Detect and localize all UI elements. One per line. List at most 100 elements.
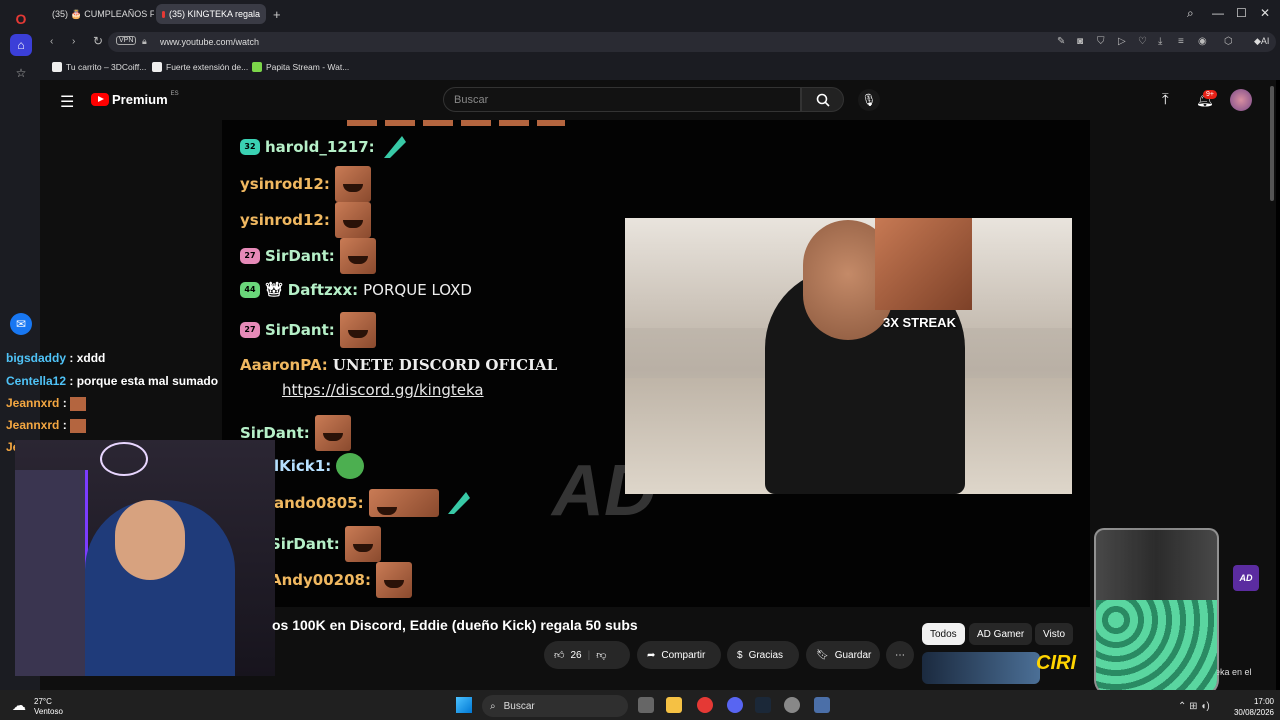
reload-icon[interactable]: ↻ <box>93 34 103 48</box>
chat-message: Andy00208: <box>270 562 412 598</box>
chat-text: PORQUE LOXD <box>363 281 472 299</box>
crown-icon: 👑︎ <box>265 282 283 298</box>
overlay-text: : xddd <box>69 351 106 365</box>
forward-icon[interactable]: › <box>72 36 75 47</box>
system-tray-icons[interactable]: ⌃ ⊞ ◖) <box>1178 701 1210 712</box>
play-icon[interactable]: ▷ <box>1118 36 1126 47</box>
chip-ad-gamer[interactable]: AD Gamer <box>969 623 1033 645</box>
streamer-camera <box>15 440 275 676</box>
overlay-text: : <box>62 396 67 410</box>
chat-username: Andy00208: <box>270 571 371 589</box>
heart-icon[interactable]: ♡ <box>1138 36 1147 47</box>
messenger-icon[interactable]: ✉ <box>10 313 32 335</box>
url-text[interactable]: www.youtube.com/watch <box>160 37 259 47</box>
bookmark-item[interactable]: Papita Stream - Wat... <box>252 62 349 72</box>
opera-gx-icon[interactable] <box>697 697 713 713</box>
microphone-icon[interactable]: 🎙︎ <box>858 89 880 111</box>
ai-button[interactable]: ◆AI <box>1254 36 1269 47</box>
maximize-icon[interactable]: ☐ <box>1236 6 1247 20</box>
vpn-badge[interactable]: VPN <box>116 36 137 45</box>
discord-link[interactable]: https://discord.gg/kingteka <box>282 381 484 399</box>
jar-contents <box>1096 600 1217 694</box>
webcam-feed: 3X STREAK <box>625 218 1072 494</box>
tab-kingteka[interactable]: (35) KINGTEKA regala <box>156 4 266 24</box>
pepe-emote-icon <box>336 453 365 479</box>
weather-widget[interactable]: 27°C Ventoso <box>34 697 63 717</box>
laughing-emote-icon <box>368 489 439 517</box>
thanks-icon: $ <box>737 649 743 661</box>
bookmark-icon <box>252 62 262 72</box>
overlay-text: : <box>62 418 67 432</box>
weather-icon[interactable]: ☁︎ <box>12 697 26 714</box>
save-button[interactable]: 🔖︎ Guardar <box>806 641 880 669</box>
minimize-icon[interactable]: — <box>1212 6 1224 20</box>
chat-message: https://discord.gg/kingteka <box>282 381 484 399</box>
back-icon[interactable]: ‹ <box>50 36 53 47</box>
taskbar-search-label: Buscar <box>503 700 535 712</box>
bookmark-label: Papita Stream - Wat... <box>266 62 350 72</box>
overlay-chat-line: Jeannxrd : <box>6 418 87 433</box>
laughing-emote-icon <box>875 218 972 310</box>
youtube-logo[interactable]: Premium ES <box>91 91 179 107</box>
emote-icon <box>70 396 87 411</box>
laughing-emote-icon <box>339 312 376 348</box>
camera-icon[interactable]: ◙ <box>1077 36 1083 47</box>
task-view-icon[interactable] <box>638 697 654 713</box>
chat-message: ysinrod12: <box>240 202 371 238</box>
menu-list-icon[interactable]: ≡ <box>1178 36 1184 47</box>
share-button[interactable]: ➦ Compartir <box>637 641 721 669</box>
sub-badge: 27 <box>240 322 260 338</box>
emote-strip <box>347 120 565 126</box>
chat-username: ysinrod12: <box>240 211 330 229</box>
search-input[interactable]: Buscar <box>443 87 801 112</box>
windows-start-icon[interactable] <box>456 697 472 713</box>
chat-message: lKick1: <box>274 453 365 479</box>
star-icon[interactable]: ☆ <box>10 62 32 84</box>
chip-todos[interactable]: Todos <box>922 623 965 645</box>
new-tab-button[interactable]: + <box>270 4 288 24</box>
search-button[interactable] <box>801 87 844 112</box>
recommended-title: eka en el <box>1215 667 1252 677</box>
share-icon: ➦ <box>647 649 656 661</box>
hamburger-menu-icon[interactable]: ☰ <box>60 92 74 112</box>
recommended-thumbnail[interactable] <box>922 652 1040 684</box>
scrollbar-thumb[interactable] <box>1270 86 1274 201</box>
overlay-username: Centella12 <box>6 374 67 388</box>
settings-icon[interactable] <box>814 697 830 713</box>
like-button[interactable]: 👍︎ 26 | 👎︎ <box>544 641 630 669</box>
home-icon[interactable]: ⌂ <box>10 34 32 56</box>
discord-icon[interactable] <box>727 697 743 713</box>
search-tabs-icon[interactable]: ⌕ <box>1187 6 1194 21</box>
app-icon[interactable] <box>784 697 800 713</box>
bookmark-item[interactable]: Tu carrito – 3DCoiff... <box>52 62 146 72</box>
thanks-button[interactable]: $ Gracias <box>727 641 799 669</box>
bookmark-label: Tu carrito – 3DCoiff... <box>66 62 147 72</box>
tab-cumpleanos[interactable]: (35) 🎂 CUMPLEAÑOS FE <box>42 4 154 24</box>
avatar[interactable] <box>1230 89 1252 111</box>
planet-neon-icon <box>100 442 148 476</box>
edit-icon[interactable]: ✎ <box>1057 36 1065 47</box>
chip-visto[interactable]: Visto <box>1035 623 1074 645</box>
thumbs-down-icon[interactable]: 👎︎ <box>596 649 606 661</box>
laughing-emote-icon <box>314 415 351 451</box>
close-icon[interactable]: ✕ <box>1260 6 1270 20</box>
clock[interactable]: 17:00 30/08/2026 <box>1230 696 1274 718</box>
extensions-icon[interactable]: ⬡ <box>1224 36 1233 47</box>
chat-message: AaaronPA: UNETE DISCORD OFICIAL <box>240 356 557 374</box>
notification-badge: 9+ <box>1203 90 1217 99</box>
opera-logo-icon[interactable]: O <box>10 8 32 30</box>
bookmark-item[interactable]: Fuerte extensión de... <box>152 62 248 72</box>
upload-icon[interactable]: ⤒ <box>1162 91 1169 108</box>
download-icon[interactable]: ⤓ <box>1158 36 1162 47</box>
bookmark-icon <box>52 62 62 72</box>
steam-icon[interactable] <box>755 697 771 713</box>
tab-label: (35) KINGTEKA regala <box>168 9 260 19</box>
profile-icon[interactable]: ◉ <box>1198 36 1207 47</box>
taskbar-search[interactable]: ⌕ Buscar <box>482 695 628 717</box>
file-explorer-icon[interactable] <box>666 697 682 713</box>
shield-icon[interactable]: ⛉ <box>1097 36 1105 47</box>
thanks-label: Gracias <box>748 649 784 661</box>
more-actions-icon[interactable]: ⋯ <box>886 641 914 669</box>
laughing-emote-icon <box>344 526 381 562</box>
bookmark-icon <box>152 62 162 72</box>
